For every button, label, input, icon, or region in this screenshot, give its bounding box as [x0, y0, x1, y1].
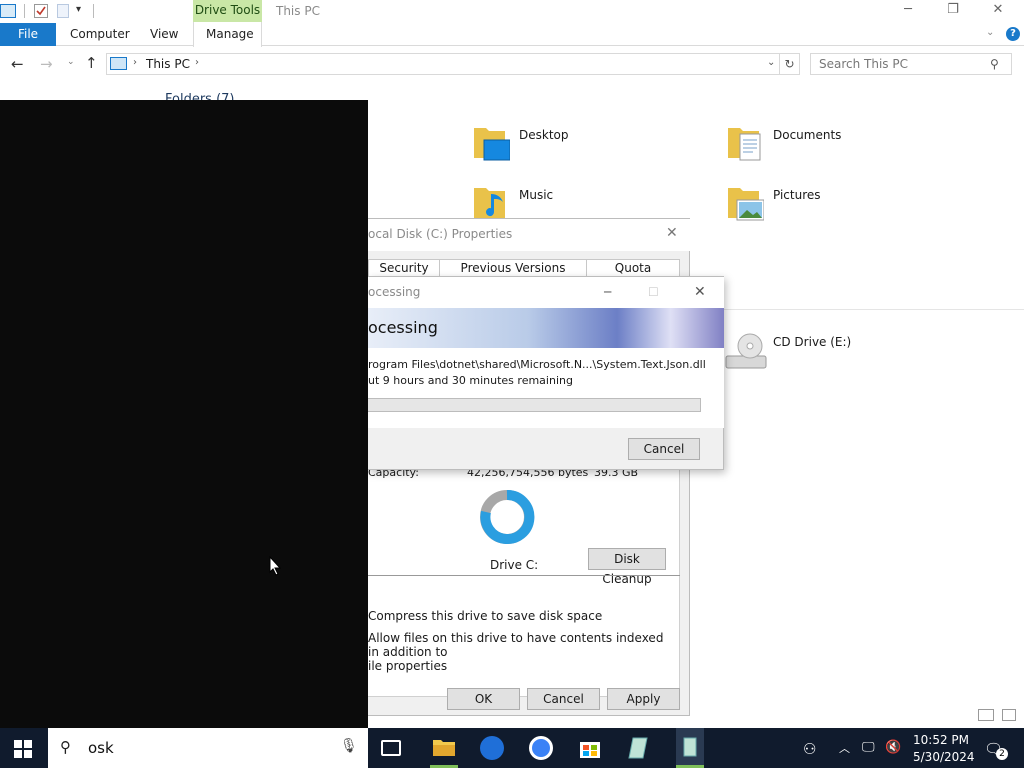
active-app-taskbar-icon[interactable]	[676, 728, 704, 768]
new-folder-qat-icon[interactable]	[57, 4, 69, 18]
firefox-taskbar-icon[interactable]	[480, 736, 504, 760]
separator	[368, 575, 680, 576]
folder-documents-label[interactable]: Documents	[773, 128, 841, 142]
processing-dialog: ocessing ─ ☐ ✕ ocessing rogram Files\dot…	[368, 276, 724, 470]
properties-qat-icon[interactable]	[34, 4, 48, 18]
qat-separator	[24, 4, 25, 18]
this-pc-icon	[110, 57, 127, 70]
windows-start-icon[interactable]	[14, 740, 32, 758]
processing-minimize-button[interactable]: ─	[604, 285, 611, 299]
drive-tools-context-label: Drive Tools	[193, 0, 262, 22]
folder-music-label[interactable]: Music	[519, 188, 553, 202]
show-hidden-icons-chevron[interactable]: ︿	[839, 740, 850, 756]
processing-title: ocessing	[368, 277, 724, 308]
desktop-folder-icon[interactable]	[474, 124, 511, 162]
taskbar-search-box[interactable]: ⚲ osk 🎙	[48, 728, 368, 768]
qat-separator	[93, 4, 94, 18]
documents-folder-icon[interactable]	[728, 124, 764, 162]
pictures-folder-icon[interactable]	[728, 184, 765, 222]
processing-banner: ocessing	[368, 308, 724, 348]
processing-close-icon[interactable]: ✕	[694, 284, 706, 300]
drive-c-label: Drive C:	[490, 558, 539, 572]
tab-manage[interactable]: Manage	[206, 27, 254, 41]
address-dropdown-icon[interactable]: ⌄	[767, 57, 775, 68]
details-view-icon[interactable]	[978, 709, 994, 721]
processing-body: rogram Files\dotnet\shared\Microsoft.N..…	[368, 348, 724, 428]
progress-bar	[368, 398, 701, 412]
refresh-icon[interactable]: ↻	[780, 53, 800, 75]
tab-view[interactable]: View	[150, 27, 178, 41]
cd-drive-icon[interactable]	[724, 332, 768, 372]
maximize-button[interactable]: ❐	[941, 2, 965, 20]
clock-date[interactable]: 5/30/2024	[913, 750, 975, 764]
tab-security[interactable]: Security	[368, 259, 440, 277]
section-divider	[690, 309, 1024, 310]
tab-file[interactable]: File	[0, 23, 56, 46]
expand-ribbon-icon[interactable]: ⌄	[986, 27, 994, 38]
processing-cancel-button[interactable]: Cancel	[628, 438, 700, 460]
close-button[interactable]: ✕	[986, 2, 1010, 20]
folder-desktop-label[interactable]: Desktop	[519, 128, 569, 142]
music-folder-icon[interactable]	[474, 184, 510, 222]
search-query[interactable]: osk	[88, 739, 114, 757]
network-icon[interactable]: 🖵	[862, 740, 875, 755]
this-pc-icon[interactable]	[0, 4, 16, 18]
black-overlay-pane	[0, 100, 368, 728]
search-input[interactable]: Search This PC	[810, 53, 1012, 75]
people-icon[interactable]: ⚇	[803, 740, 816, 758]
back-arrow-icon[interactable]: ←	[11, 55, 24, 73]
index-checkbox-label-line1: Allow files on this drive to have conten…	[368, 631, 664, 659]
search-icon: ⚲	[990, 57, 999, 71]
clock-time[interactable]: 10:52 PM	[913, 733, 969, 747]
processing-maximize-button: ☐	[648, 285, 659, 299]
breadcrumb-chevron-icon[interactable]: ›	[133, 57, 137, 68]
help-icon[interactable]: ?	[1006, 27, 1020, 41]
address-bar[interactable]: › This PC › ⌄	[106, 53, 780, 75]
title-bar	[0, 0, 1024, 22]
store-taskbar-icon[interactable]	[578, 736, 602, 760]
current-file-text: rogram Files\dotnet\shared\Microsoft.N..…	[368, 358, 706, 371]
mouse-cursor	[269, 555, 282, 576]
app-taskbar-icon[interactable]	[627, 736, 651, 760]
recent-locations-icon[interactable]: ⌄	[67, 57, 75, 67]
file-explorer-taskbar-icon[interactable]	[430, 728, 458, 768]
properties-close-icon[interactable]: ✕	[666, 225, 678, 241]
usage-donut-chart	[478, 488, 536, 546]
tab-quota[interactable]: Quota	[586, 259, 680, 277]
tab-previous-versions[interactable]: Previous Versions	[439, 259, 587, 277]
tab-computer[interactable]: Computer	[70, 27, 130, 41]
chrome-taskbar-icon[interactable]	[529, 736, 553, 760]
window-title: This PC	[276, 4, 320, 18]
task-view-icon[interactable]	[381, 740, 401, 756]
up-arrow-icon[interactable]: ↑	[85, 54, 98, 72]
large-icons-view-icon[interactable]	[1002, 709, 1016, 721]
properties-title: ocal Disk (C:) Properties	[368, 219, 690, 251]
notification-count-badge: 2	[996, 748, 1008, 760]
compress-checkbox-label[interactable]: Compress this drive to save disk space	[368, 609, 602, 623]
cd-drive-label[interactable]: CD Drive (E:)	[773, 335, 851, 349]
breadcrumb-chevron-icon[interactable]: ›	[195, 57, 199, 68]
disk-cleanup-button[interactable]: Disk Cleanup	[588, 548, 666, 586]
breadcrumb-this-pc[interactable]: This PC	[146, 57, 190, 71]
index-checkbox-label[interactable]: Allow files on this drive to have conten…	[368, 631, 678, 673]
index-checkbox-label-line2: ile properties	[368, 659, 448, 673]
forward-arrow-icon[interactable]: →	[40, 55, 53, 73]
folder-pictures-label[interactable]: Pictures	[773, 188, 821, 202]
microphone-icon[interactable]: 🎙	[340, 738, 358, 754]
search-icon: ⚲	[60, 738, 71, 756]
time-remaining-text: ut 9 hours and 30 minutes remaining	[368, 374, 573, 387]
qat-dropdown-icon[interactable]: ▾	[76, 4, 81, 15]
ok-button[interactable]: OK	[447, 688, 520, 710]
volume-muted-icon[interactable]: 🔇	[885, 740, 901, 755]
apply-button[interactable]: Apply	[607, 688, 680, 710]
cancel-button[interactable]: Cancel	[527, 688, 600, 710]
minimize-button[interactable]: ─	[896, 2, 920, 20]
